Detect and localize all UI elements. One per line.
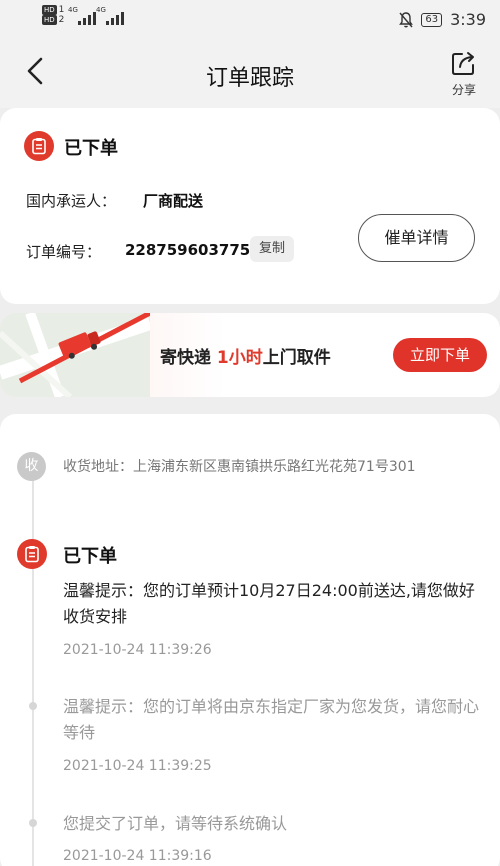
timeline-event-time: 2021-10-24 11:39:16: [63, 848, 212, 864]
order-status-icon: [24, 131, 54, 161]
timeline-event-time: 2021-10-24 11:39:26: [63, 642, 212, 658]
hd-badge-1: HD: [42, 5, 57, 15]
carrier-label: 国内承运人：: [26, 192, 117, 210]
clock: 3:39: [450, 10, 486, 29]
express-pickup-banner[interactable]: 寄快递 1小时上门取件 立即下单: [0, 313, 500, 397]
bell-off-icon: [399, 11, 414, 27]
timeline-status: 已下单: [63, 546, 117, 567]
order-status-text: 已下单: [64, 138, 118, 159]
order-number-label: 订单编号：: [26, 243, 102, 261]
hd-badge-2: HD: [42, 15, 57, 25]
network-label-1: 4G: [68, 6, 78, 14]
banner-text: 寄快递 1小时上门取件: [160, 348, 331, 368]
timeline-event-text: 温馨提示：您的订单预计10月27日24:00前送达,请您做好收货安排: [63, 581, 475, 626]
banner-highlight: 1小时: [216, 348, 263, 368]
order-number-value: 228759603775: [125, 241, 251, 259]
map-illustration: [0, 313, 150, 397]
delivery-address: 收货地址：上海浦东新区惠南镇拱乐路红光花苑71号301: [63, 459, 416, 475]
order-summary-card: 已下单 国内承运人： 厂商配送 订单编号： 228759603775 复制 催单…: [0, 108, 500, 304]
header: 订单跟踪 分享: [0, 38, 500, 108]
timeline-dot: [29, 819, 37, 827]
timeline-event-text: 您提交了订单，请等待系统确认: [63, 814, 288, 833]
address-icon: 收: [17, 452, 46, 481]
clipboard-icon: [32, 138, 46, 155]
share-label: 分享: [451, 83, 476, 97]
timeline-status-icon: [17, 539, 47, 569]
share-icon: [452, 52, 474, 75]
order-now-button[interactable]: 立即下单: [393, 338, 487, 372]
signal-icon-1: [78, 12, 96, 25]
carrier-value: 厂商配送: [143, 192, 204, 210]
copy-button[interactable]: 复制: [250, 236, 295, 262]
page-title: 订单跟踪: [205, 66, 294, 91]
timeline-dot: [29, 702, 37, 710]
clipboard-icon: [25, 546, 39, 563]
tracking-timeline-card: 收 收货地址：上海浦东新区惠南镇拱乐路红光花苑71号301 已下单 温馨提示：您…: [0, 414, 500, 866]
network-label-2: 4G: [96, 6, 106, 14]
timeline-line: [32, 454, 34, 866]
urge-details-button[interactable]: 催单详情: [358, 214, 475, 262]
status-bar: HD 1 HD 2 4G 4G 63 3:39: [0, 0, 500, 38]
share-button[interactable]: 分享: [446, 50, 482, 98]
signal-icon-2: [106, 12, 124, 25]
sim-indicators: HD 1 HD 2: [42, 5, 65, 25]
timeline-event-time: 2021-10-24 11:39:25: [63, 758, 212, 774]
battery-indicator: 63: [421, 12, 443, 27]
timeline-event-text: 温馨提示：您的订单将由京东指定厂家为您发货，请您耐心等待: [63, 697, 480, 742]
